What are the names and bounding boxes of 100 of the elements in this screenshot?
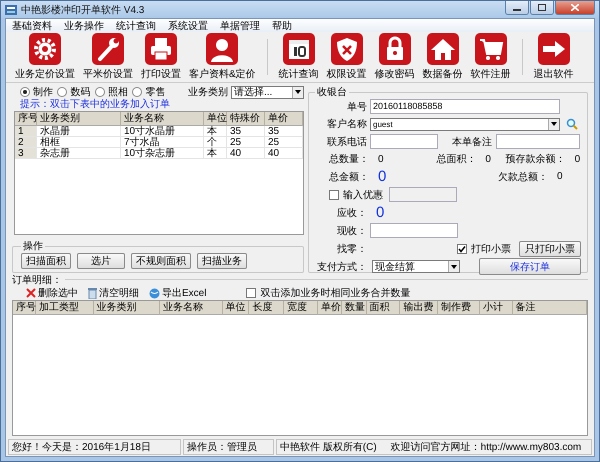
search-icon[interactable] [566, 118, 578, 130]
menu-item[interactable]: 单据管理 [220, 18, 260, 32]
minimize-button[interactable] [505, 1, 529, 15]
field-label: 本单备注 [452, 136, 492, 148]
menu-item[interactable]: 帮助 [272, 18, 292, 32]
operation-button[interactable]: 选片 [77, 253, 125, 269]
column-header[interactable]: 长度 [249, 301, 284, 315]
column-header[interactable]: 序号 [15, 112, 37, 126]
field-label: 联系电话 [326, 136, 368, 148]
toolbar-button[interactable]: 平米价设置 [80, 33, 136, 81]
toolbar-button[interactable]: 清空明细 [88, 286, 139, 300]
table-cell: 2 [15, 137, 37, 148]
field-label: 客户名称 [326, 118, 368, 131]
toolbar-button[interactable]: 软件注册 [468, 33, 514, 81]
print-receipt-checkbox[interactable]: 打印小票 [457, 242, 511, 256]
table-cell: 10寸杂志册 [121, 148, 204, 159]
payment-method-dropdown[interactable]: 现金结算 [372, 260, 460, 273]
lock-icon [378, 33, 411, 65]
table-row[interactable]: 2 相框 7寸水晶 个 25 25 [15, 137, 303, 148]
column-header[interactable]: 业务名称 [121, 112, 204, 126]
table-cell: 水晶册 [37, 126, 121, 137]
discount-field[interactable] [389, 187, 457, 202]
column-header[interactable]: 面积 [366, 301, 400, 315]
toolbar-button[interactable]: 统计查询 [276, 33, 322, 81]
toolbar-button[interactable]: 业务定价设置 [12, 33, 78, 81]
column-header[interactable]: 小计 [480, 301, 513, 315]
table-cell: 35 [227, 126, 265, 137]
status-text: 您好！今天是：2016年1月18日 [8, 439, 181, 455]
column-header[interactable]: 单位 [204, 112, 227, 126]
category-radio[interactable]: 制作 [20, 85, 58, 99]
caret-icon [294, 90, 301, 94]
table-cell: 7寸水晶 [121, 137, 204, 148]
table-row[interactable]: 3 杂志册 10寸杂志册 本 40 40 [15, 148, 303, 159]
category-radio[interactable]: 数码 [57, 85, 95, 99]
column-header[interactable]: 备注 [512, 301, 588, 315]
phone-field[interactable] [370, 134, 438, 149]
total-amount-value: 0 [377, 168, 386, 185]
operation-button[interactable]: 不规则面积 [131, 253, 191, 269]
field-label: 支付方式： [316, 260, 368, 274]
category-radio[interactable]: 零售 [132, 85, 170, 99]
table-cell: 35 [265, 126, 303, 137]
menu-item[interactable]: 业务操作 [64, 18, 104, 32]
toolbar-button[interactable]: 导出Excel [149, 286, 206, 300]
column-header[interactable]: 单位 [222, 301, 250, 315]
menu-item[interactable]: 基础资料 [12, 18, 52, 32]
operation-button[interactable]: 扫描面积 [21, 253, 71, 269]
column-header[interactable]: 宽度 [284, 301, 318, 315]
calendar-icon [282, 33, 315, 65]
field-label: 总面积： [435, 152, 478, 166]
column-header[interactable]: 特殊价 [227, 112, 265, 126]
table-row[interactable]: 1 水晶册 10寸水晶册 本 35 35 [15, 126, 303, 137]
app-icon [5, 4, 17, 14]
group-title: 操作 [22, 240, 44, 253]
maximize-button[interactable] [530, 1, 554, 15]
field-label: 业务类别 [188, 86, 228, 99]
table-cell: 25 [265, 137, 303, 148]
debt-total-value: 0 [556, 171, 564, 182]
close-button[interactable] [555, 1, 595, 15]
table-cell: 1 [15, 126, 37, 137]
column-header[interactable]: 加工类型 [36, 301, 94, 315]
order-number-field[interactable]: 20160118085858 [370, 99, 560, 114]
toolbar-button[interactable]: 退出软件 [530, 33, 577, 81]
business-type-dropdown[interactable]: 请选择... [230, 86, 304, 98]
menu-item[interactable]: 系统设置 [168, 18, 208, 32]
customer-dropdown[interactable]: guest [370, 118, 560, 130]
toolbar-button[interactable]: 数据备份 [420, 33, 466, 81]
merge-quantity-checkbox[interactable]: 双击添加业务时相同业务合并数量 [246, 286, 410, 300]
toolbar-button[interactable]: 权限设置 [324, 33, 370, 81]
toolbar-button[interactable]: 删除选中 [26, 286, 78, 300]
table-cell: 杂志册 [37, 148, 121, 159]
table-cell: 3 [15, 148, 37, 159]
column-header[interactable]: 业务名称 [160, 301, 223, 315]
shield-icon [330, 33, 363, 65]
column-header[interactable]: 制作费 [438, 301, 480, 315]
received-field[interactable] [370, 223, 458, 238]
column-header[interactable]: 业务类别 [94, 301, 160, 315]
column-header[interactable]: 输出费 [400, 301, 438, 315]
toolbar-button[interactable]: 打印设置 [138, 33, 184, 81]
cart-icon [474, 33, 507, 65]
table-cell: 相框 [37, 137, 121, 148]
total-quantity-value: 0 [377, 154, 384, 164]
print-receipt-only-button[interactable]: 只打印小票 [519, 240, 581, 256]
field-label: 预存款余额： [504, 152, 567, 166]
column-header[interactable]: 单价 [318, 301, 342, 315]
column-header[interactable]: 序号 [13, 301, 36, 315]
caret-icon [451, 264, 457, 268]
field-label: 总数量： [328, 152, 370, 166]
menu-item[interactable]: 统计查询 [116, 18, 156, 32]
toolbar-button[interactable]: 修改密码 [372, 33, 418, 81]
operation-button[interactable]: 扫描业务 [197, 253, 247, 269]
column-header[interactable]: 数量 [342, 301, 367, 315]
column-header[interactable]: 业务类别 [37, 112, 121, 126]
section-title: 订单明细： [12, 274, 62, 286]
save-order-button[interactable]: 保存订单 [479, 258, 581, 275]
discount-checkbox[interactable]: 输入优惠 [329, 188, 383, 202]
remark-field[interactable] [496, 134, 580, 149]
toolbar-button[interactable]: 客户资料&定价 [186, 33, 259, 81]
column-header[interactable]: 单价 [265, 112, 303, 126]
category-radio[interactable]: 照相 [94, 85, 132, 99]
receivable-value: 0 [375, 204, 386, 221]
